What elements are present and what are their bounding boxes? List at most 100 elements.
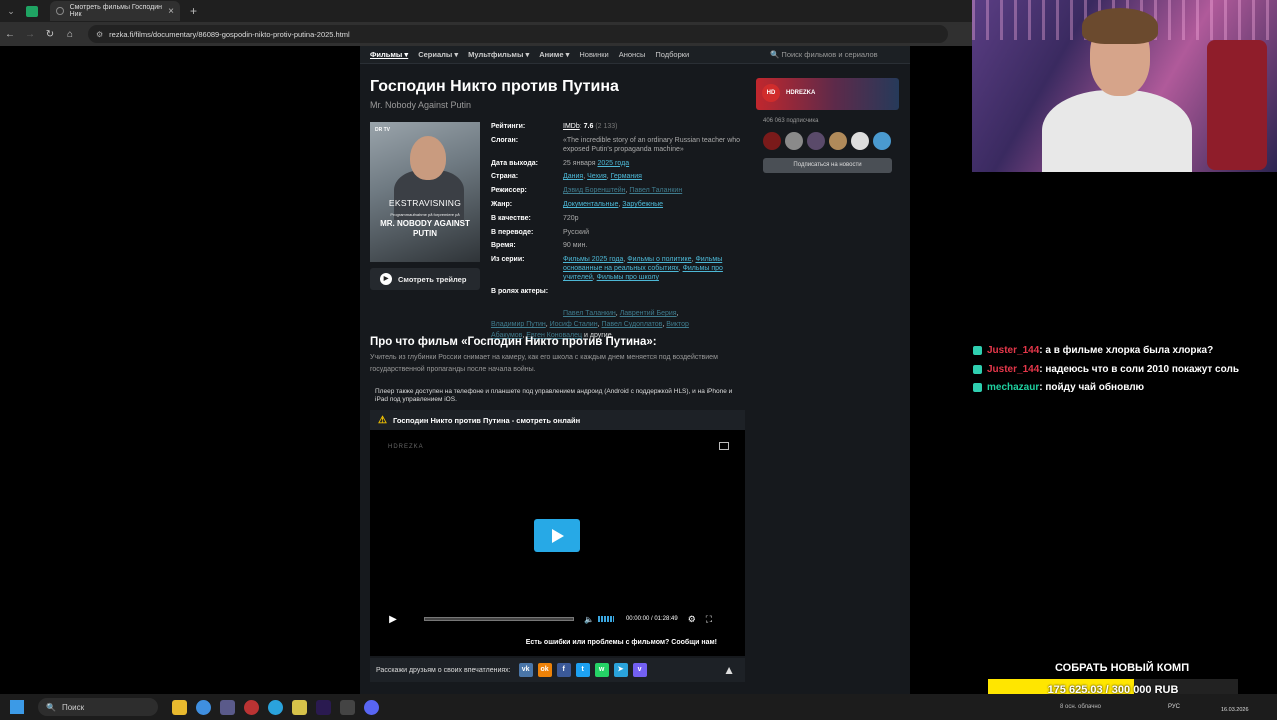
pip-icon[interactable] xyxy=(719,442,729,450)
info-row-country: Страна: Дания, Чехия, Германия xyxy=(491,172,746,181)
country-link[interactable]: Дания xyxy=(563,173,583,180)
webcam-chair xyxy=(1207,40,1267,170)
viber-icon[interactable]: v xyxy=(632,663,647,677)
windows-start-icon[interactable] xyxy=(10,700,24,714)
info-row-series: Из серии: Фильмы 2025 года, Фильмы о пол… xyxy=(491,255,746,282)
avatar[interactable] xyxy=(873,132,891,150)
country-link[interactable]: Чехия xyxy=(587,173,607,180)
subscribe-news-button[interactable]: Подписаться на новости xyxy=(763,158,892,173)
vk-icon[interactable]: vk xyxy=(518,663,533,677)
nav-anime[interactable]: Аниме ▾ xyxy=(539,50,569,59)
reload-icon[interactable]: ↻ xyxy=(40,29,60,40)
avatar[interactable] xyxy=(807,132,825,150)
trailer-button[interactable]: ▶ Смотреть трейлер xyxy=(370,268,480,290)
scroll-up-icon[interactable]: ▲ xyxy=(723,663,735,677)
cast-link[interactable]: Лаврентий Берия xyxy=(620,310,677,317)
info-key: В качестве: xyxy=(491,214,531,222)
premiere-icon[interactable] xyxy=(316,699,331,715)
share-buttons: vk ok f t w ➤ v xyxy=(511,663,647,677)
facebook-icon[interactable]: f xyxy=(556,663,571,677)
cast-link[interactable]: Иосиф Сталин xyxy=(550,321,598,328)
chat-badge-icon xyxy=(973,346,982,355)
subscriber-avatars xyxy=(763,132,895,150)
info-value: 25 января 2025 года xyxy=(563,159,629,168)
close-tab-icon[interactable]: × xyxy=(168,6,174,17)
volume-icon[interactable]: 🔈 xyxy=(584,615,594,624)
imdb-link[interactable]: IMDb xyxy=(563,123,580,130)
nav-cartoons[interactable]: Мультфильмы ▾ xyxy=(468,50,529,59)
poster-logo: DR TV xyxy=(375,127,390,133)
nav-announcements[interactable]: Анонсы xyxy=(619,50,646,59)
cast-link[interactable]: Павел Судоплатов xyxy=(601,321,662,328)
info-key: Жанр: xyxy=(491,200,513,208)
forward-icon[interactable]: → xyxy=(20,29,40,40)
volume-slider[interactable] xyxy=(597,616,614,622)
avatar[interactable] xyxy=(829,132,847,150)
telegram-icon[interactable] xyxy=(268,699,283,715)
genre-link[interactable]: Документальные xyxy=(563,201,618,208)
app-icon[interactable] xyxy=(220,699,235,715)
new-tab-icon[interactable]: + xyxy=(190,4,197,18)
seek-bar[interactable] xyxy=(424,617,574,621)
about-heading: Про что фильм «Господин Никто против Пут… xyxy=(370,336,657,348)
report-problem-link[interactable]: Есть ошибки или проблемы с фильмом? Сооб… xyxy=(370,639,745,646)
avatar[interactable] xyxy=(851,132,869,150)
info-key: Дата выхода: xyxy=(491,159,538,167)
ok-icon[interactable]: ok xyxy=(537,663,552,677)
cast-link[interactable]: Павел Таланкин xyxy=(563,310,616,317)
series-link[interactable]: Фильмы про школу xyxy=(597,274,659,281)
taskbar-search[interactable]: 🔍 Поиск xyxy=(38,698,158,716)
back-icon[interactable]: ← xyxy=(0,29,20,40)
release-year-link[interactable]: 2025 года xyxy=(597,160,629,167)
hdrezka-banner[interactable]: HD HDREZKA xyxy=(756,78,899,110)
twitter-icon[interactable]: t xyxy=(575,663,590,677)
nav-series[interactable]: Сериалы ▾ xyxy=(418,50,458,59)
info-row-quality: В качестве: 720p xyxy=(491,214,746,223)
cast-link[interactable]: Владимир Путин xyxy=(491,321,546,328)
obs-icon[interactable] xyxy=(340,699,355,715)
avatar[interactable] xyxy=(763,132,781,150)
series-link[interactable]: Фильмы о политике xyxy=(627,256,691,263)
nav-collections[interactable]: Подборки xyxy=(655,50,689,59)
site-info-icon[interactable]: ⚙ xyxy=(96,30,103,39)
big-play-button[interactable] xyxy=(534,519,580,552)
taskbar-language[interactable]: РУС xyxy=(1168,704,1180,710)
donation-goal-title: СОБРАТЬ НОВЫЙ КОМП xyxy=(1055,662,1190,674)
fullscreen-icon[interactable]: ⛶ xyxy=(706,614,712,625)
sheets-tab-icon[interactable] xyxy=(26,5,38,17)
avatar[interactable] xyxy=(785,132,803,150)
info-value: Русский xyxy=(563,228,589,236)
file-explorer-icon[interactable] xyxy=(172,699,187,715)
director-link[interactable]: Дэвид Боренштейн xyxy=(563,187,626,194)
url-field[interactable]: ⚙ rezka.fi/films/documentary/86089-gospo… xyxy=(88,25,948,43)
info-value: Дания, Чехия, Германия xyxy=(563,173,642,181)
site-search-input[interactable]: 🔍 Поиск фильмов и сериалов xyxy=(770,50,878,59)
telegram-icon[interactable]: ➤ xyxy=(613,663,628,677)
nav-films[interactable]: Фильмы ▾ xyxy=(370,50,408,59)
genre-link[interactable]: Зарубежные xyxy=(622,201,663,208)
chat-text: : пойду чай обновлю xyxy=(1039,382,1145,393)
app-icon[interactable] xyxy=(244,699,259,715)
app-icon[interactable] xyxy=(292,699,307,715)
video-player[interactable]: HDREZKA ▶ 🔈 00:00:00 / 01:28:49 ⚙ ⛶ xyxy=(370,430,745,656)
site-navigation: Фильмы ▾ Сериалы ▾ Мультфильмы ▾ Аниме ▾… xyxy=(360,46,910,64)
player-brand: HDREZKA xyxy=(388,444,424,450)
info-row-cast: В ролях актеры: xyxy=(491,287,746,298)
chrome-icon[interactable] xyxy=(196,699,211,715)
series-link[interactable]: Фильмы 2025 года xyxy=(563,256,623,263)
active-tab[interactable]: Смотреть фильмы Господин Ник × xyxy=(50,1,180,21)
play-icon[interactable]: ▶ xyxy=(386,614,400,625)
whatsapp-icon[interactable]: w xyxy=(594,663,609,677)
discord-icon[interactable] xyxy=(364,699,379,715)
director-link[interactable]: Павел Таланкин xyxy=(629,187,682,194)
nav-new[interactable]: Новинки xyxy=(579,50,608,59)
info-key: Страна: xyxy=(491,173,519,181)
film-poster[interactable]: DR TV EKSTRAVISNING Programmaufnahme på … xyxy=(370,122,480,262)
tab-list-icon[interactable]: ⌄ xyxy=(0,6,22,17)
country-link[interactable]: Германия xyxy=(611,173,642,180)
home-icon[interactable]: ⌂ xyxy=(60,29,80,40)
chat-message: Juster_144 : а в фильме хлорка была хлор… xyxy=(973,345,1273,356)
settings-gear-icon[interactable]: ⚙ xyxy=(688,614,696,625)
poster-line3: MR. NOBODY AGAINST PUTIN xyxy=(380,219,470,238)
play-circle-icon: ▶ xyxy=(380,273,392,285)
